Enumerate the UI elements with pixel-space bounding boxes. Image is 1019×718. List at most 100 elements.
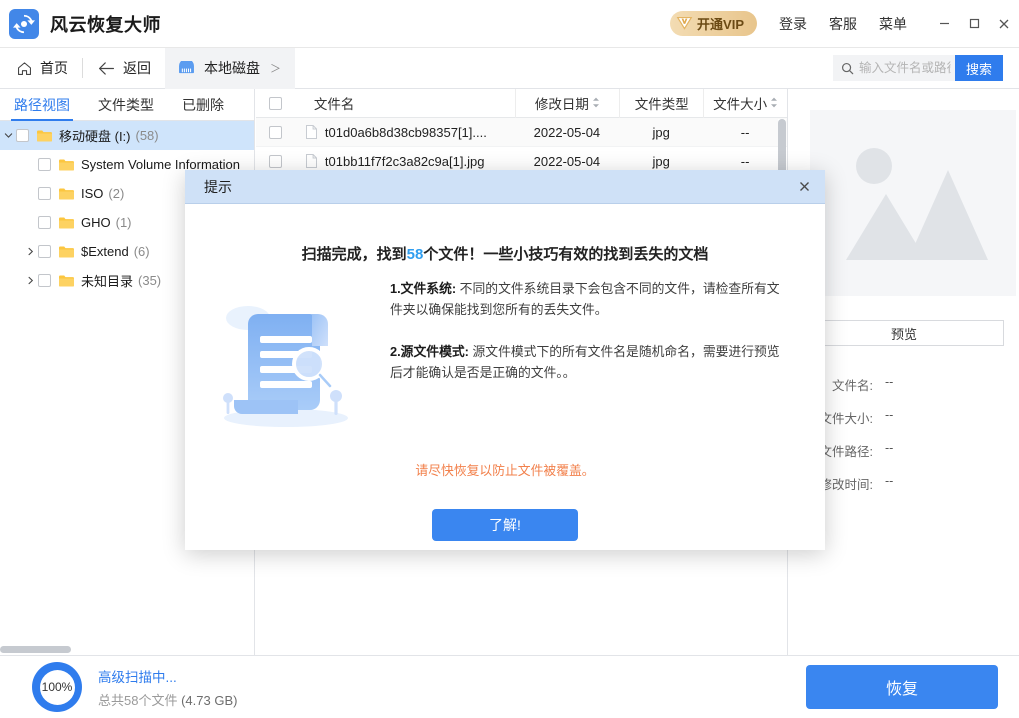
tree-item-label: 移动硬盘 (I:) bbox=[59, 126, 131, 145]
close-button[interactable] bbox=[989, 9, 1019, 39]
sidebar-horizontal-scrollbar[interactable] bbox=[0, 646, 255, 653]
open-vip-button[interactable]: 开通VIP bbox=[670, 11, 757, 36]
file-icon bbox=[306, 154, 317, 168]
dialog-tips: 1.文件系统: 不同的文件系统目录下会包含不同的文件，请检查所有文件夹以确保能找… bbox=[390, 278, 825, 434]
dialog-title: 提示 bbox=[204, 177, 232, 197]
sidebar-tab-label: 路径视图 bbox=[14, 95, 70, 115]
tree-item-0[interactable]: 移动硬盘 (I:) (58) bbox=[0, 121, 254, 150]
chevron-right-icon[interactable] bbox=[22, 276, 38, 285]
cell-file-name-label: t01bb11f7f2c3a82c9a[1].jpg bbox=[325, 154, 485, 169]
dialog-tip-2: 2.源文件模式: 源文件模式下的所有文件名是随机命名，需要进行预览后才能确认是否… bbox=[390, 341, 783, 383]
minimize-button[interactable] bbox=[929, 9, 959, 39]
tree-item-count: (1) bbox=[116, 215, 132, 230]
column-header-size[interactable]: 文件大小 bbox=[703, 89, 787, 118]
cell-modified-date: 2022-05-04 bbox=[515, 118, 620, 147]
preview-meta-value: -- bbox=[885, 375, 893, 389]
home-label: 首页 bbox=[40, 58, 68, 78]
sidebar-tab-1[interactable]: 文件类型 bbox=[84, 89, 168, 121]
tree-item-checkbox[interactable] bbox=[38, 158, 51, 171]
column-header-size-label: 文件大小 bbox=[713, 93, 767, 113]
sort-arrows-icon bbox=[592, 97, 600, 110]
folder-icon bbox=[59, 188, 74, 200]
scan-total-files: 总共58个文件 bbox=[98, 693, 177, 708]
open-vip-label: 开通VIP bbox=[697, 14, 744, 33]
progress-ring: 100% bbox=[32, 662, 82, 712]
tree-item-checkbox[interactable] bbox=[38, 245, 51, 258]
tree-item-count: (58) bbox=[136, 128, 159, 143]
sidebar-tab-label: 文件类型 bbox=[98, 95, 154, 115]
dialog-header: 提示 bbox=[185, 170, 825, 203]
dialog-ok-button[interactable]: 了解! bbox=[432, 509, 578, 541]
cell-file-name: t01d0a6b8d38cb98357[1].... bbox=[296, 118, 515, 147]
dialog-headline: 扫描完成，找到58个文件！一些小技巧有效的找到丢失的文档 bbox=[185, 243, 825, 264]
tree-item-checkbox[interactable] bbox=[38, 274, 51, 287]
select-all-cell[interactable] bbox=[256, 89, 296, 118]
app-title: 风云恢复大师 bbox=[50, 11, 161, 37]
window-controls bbox=[929, 9, 1019, 39]
image-placeholder-icon bbox=[810, 110, 1016, 296]
scan-status-sub: 总共58个文件 (4.73 GB) bbox=[98, 690, 237, 709]
cell-file-name-label: t01d0a6b8d38cb98357[1].... bbox=[325, 125, 487, 140]
breadcrumb[interactable]: 本地磁盘 ＞ bbox=[165, 48, 295, 89]
sidebar-tabs: 路径视图 文件类型 已删除 bbox=[0, 89, 254, 121]
dialog-close-button[interactable] bbox=[783, 170, 825, 203]
tree-item-count: (6) bbox=[134, 244, 150, 259]
support-button[interactable]: 客服 bbox=[829, 14, 857, 34]
chevron-right-icon[interactable] bbox=[22, 247, 38, 256]
tree-item-checkbox[interactable] bbox=[38, 216, 51, 229]
preview-meta-value: -- bbox=[885, 441, 893, 455]
search-button[interactable]: 搜索 bbox=[955, 55, 1003, 81]
tree-item-label: $Extend bbox=[81, 244, 129, 259]
row-checkbox-cell[interactable] bbox=[256, 118, 296, 147]
row-checkbox[interactable] bbox=[269, 155, 282, 168]
breadcrumb-chevron-icon: ＞ bbox=[270, 60, 281, 76]
tree-item-checkbox[interactable] bbox=[16, 129, 29, 142]
row-checkbox[interactable] bbox=[269, 126, 282, 139]
select-all-checkbox[interactable] bbox=[269, 97, 282, 110]
sidebar-tab-2[interactable]: 已删除 bbox=[168, 89, 238, 121]
dialog-header-divider bbox=[185, 203, 825, 204]
preview-meta-value: -- bbox=[885, 408, 893, 422]
sidebar-tab-0[interactable]: 路径视图 bbox=[0, 89, 84, 121]
tree-item-checkbox[interactable] bbox=[38, 187, 51, 200]
folder-icon bbox=[59, 246, 74, 258]
search-icon bbox=[841, 62, 854, 75]
title-bar: 风云恢复大师 开通VIP 登录 客服 菜单 bbox=[0, 0, 1019, 48]
table-row[interactable]: t01d0a6b8d38cb98357[1]....2022-05-04jpg-… bbox=[256, 118, 787, 147]
cell-file-type: jpg bbox=[619, 118, 703, 147]
sidebar-tab-label: 已删除 bbox=[182, 95, 224, 115]
column-header-date[interactable]: 修改日期 bbox=[515, 89, 620, 118]
recover-button[interactable]: 恢复 bbox=[806, 665, 998, 709]
tip-dialog: 提示 扫描完成，找到58个文件！一些小技巧有效的找到丢失的文档 bbox=[185, 170, 825, 550]
menu-button[interactable]: 菜单 bbox=[879, 14, 907, 34]
maximize-button[interactable] bbox=[959, 9, 989, 39]
scan-status: 高级扫描中... 总共58个文件 (4.73 GB) bbox=[98, 666, 237, 709]
document-search-illustration-icon bbox=[208, 294, 368, 434]
app-logo-icon bbox=[9, 9, 39, 39]
search-box[interactable] bbox=[833, 55, 955, 81]
toolbar-divider bbox=[82, 58, 83, 78]
column-header-name[interactable]: 文件名 bbox=[296, 89, 515, 118]
chevron-down-icon[interactable] bbox=[0, 131, 16, 140]
preview-button[interactable]: 预览 bbox=[804, 320, 1004, 346]
folder-icon bbox=[59, 217, 74, 229]
preview-placeholder-image bbox=[810, 110, 1016, 296]
sidebar-scroll-thumb[interactable] bbox=[0, 646, 71, 653]
folder-icon bbox=[59, 275, 74, 287]
disk-icon bbox=[177, 61, 196, 75]
column-header-type[interactable]: 文件类型 bbox=[619, 89, 703, 118]
tree-item-label: 未知目录 bbox=[81, 271, 133, 290]
tree-item-label: ISO bbox=[81, 186, 103, 201]
login-button[interactable]: 登录 bbox=[779, 14, 807, 34]
home-icon bbox=[16, 60, 33, 77]
dialog-warning: 请尽快恢复以防止文件被覆盖。 bbox=[185, 460, 825, 479]
search-input[interactable] bbox=[859, 61, 951, 75]
tree-item-count: (2) bbox=[108, 186, 124, 201]
headline-before: 扫描完成，找到 bbox=[302, 246, 407, 263]
home-button[interactable]: 首页 bbox=[16, 58, 68, 78]
file-list-header: 文件名 修改日期 文件类型 文件大小 bbox=[256, 89, 787, 118]
column-header-date-label: 修改日期 bbox=[535, 93, 589, 113]
headline-after: 个文件！一些小技巧有效的找到丢失的文档 bbox=[423, 246, 708, 263]
back-button[interactable]: 返回 bbox=[97, 58, 151, 78]
file-icon bbox=[306, 125, 317, 139]
